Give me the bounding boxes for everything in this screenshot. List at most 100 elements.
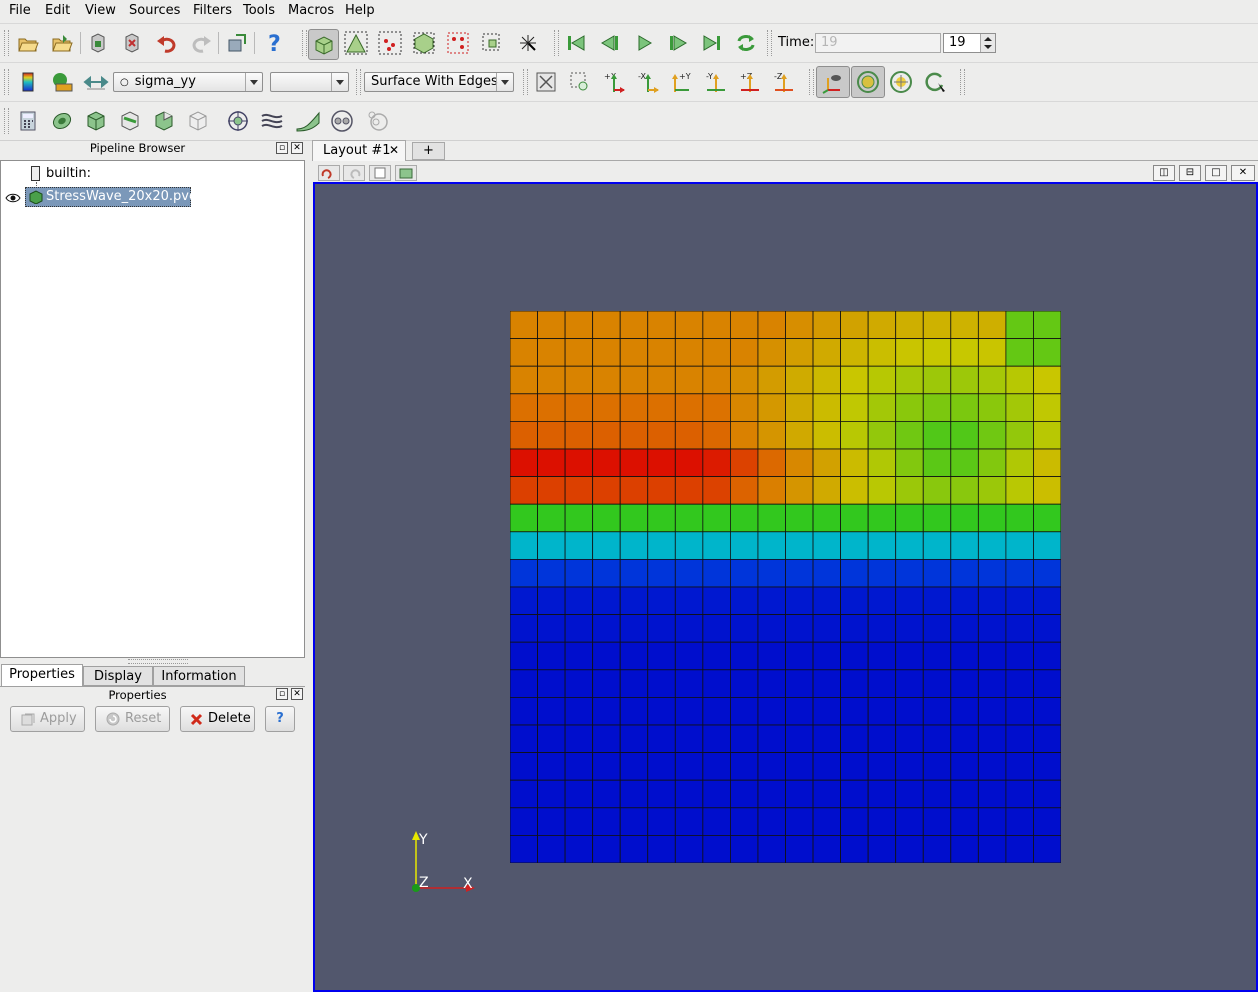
reset-camera-icon[interactable] xyxy=(532,68,560,96)
select-cells-on-icon[interactable] xyxy=(342,29,370,57)
view-screenshot-icon[interactable] xyxy=(395,165,417,181)
select-points-through-icon[interactable] xyxy=(444,29,472,57)
hover-points-icon[interactable] xyxy=(514,29,542,57)
menu-help[interactable]: Help xyxy=(345,3,375,18)
calculator-icon[interactable] xyxy=(14,107,42,135)
last-frame-icon[interactable] xyxy=(698,29,726,57)
connect-server-icon[interactable] xyxy=(223,29,251,57)
color-legend-icon[interactable] xyxy=(14,68,42,96)
mesh-cell xyxy=(757,835,786,863)
split-horizontal-icon[interactable]: ◫ xyxy=(1153,165,1175,181)
recent-files-icon[interactable] xyxy=(48,29,76,57)
warp-by-vector-icon[interactable] xyxy=(294,107,322,135)
tab-properties[interactable]: Properties xyxy=(1,664,83,686)
slice-icon[interactable] xyxy=(116,107,144,135)
select-block-icon[interactable] xyxy=(478,29,506,57)
close-panel-icon[interactable]: ✕ xyxy=(291,688,303,700)
mesh-cell xyxy=(619,614,649,643)
mesh-cell xyxy=(895,696,924,726)
previous-frame-icon[interactable] xyxy=(596,29,624,57)
view-minus-y-icon[interactable]: -Y xyxy=(702,68,730,96)
select-points-on-icon[interactable] xyxy=(376,29,404,57)
splitter-handle[interactable] xyxy=(128,659,188,664)
view-capture-icon[interactable] xyxy=(369,165,391,181)
play-icon[interactable] xyxy=(630,29,658,57)
first-frame-icon[interactable] xyxy=(562,29,590,57)
tab-layout-1[interactable]: Layout #1 ✕ xyxy=(312,140,406,161)
delete-button[interactable]: Delete xyxy=(180,706,255,732)
mesh-cell xyxy=(647,448,676,478)
mesh-cell xyxy=(977,696,1007,726)
maximize-view-icon[interactable]: □ xyxy=(1205,165,1227,181)
view-plus-y-icon[interactable]: +Y xyxy=(668,68,696,96)
stream-tracer-icon[interactable] xyxy=(258,107,286,135)
menu-macros[interactable]: Macros xyxy=(288,3,334,18)
float-panel-icon[interactable]: ▫ xyxy=(276,688,288,700)
open-file-icon[interactable] xyxy=(14,29,42,57)
pick-center-icon[interactable] xyxy=(921,68,949,96)
rescale-range-icon[interactable] xyxy=(82,68,110,96)
mesh-cell xyxy=(757,393,786,422)
menu-tools[interactable]: Tools xyxy=(243,3,275,18)
float-panel-icon[interactable]: ▫ xyxy=(276,142,288,154)
save-state-icon[interactable] xyxy=(118,29,146,57)
show-center-icon[interactable] xyxy=(851,66,885,98)
reset-label: Reset xyxy=(125,711,162,726)
load-state-icon[interactable] xyxy=(84,29,112,57)
menu-file[interactable]: File xyxy=(9,3,31,18)
select-cells-through-icon[interactable] xyxy=(410,29,438,57)
edit-color-map-icon[interactable] xyxy=(48,68,76,96)
mesh-surface[interactable] xyxy=(510,311,1061,863)
tab-display[interactable]: Display xyxy=(83,666,153,686)
split-vertical-icon[interactable]: ⊟ xyxy=(1179,165,1201,181)
reset-center-icon[interactable] xyxy=(887,68,915,96)
close-panel-icon[interactable]: ✕ xyxy=(291,142,303,154)
mesh-cell xyxy=(922,365,952,395)
add-layout-tab[interactable]: + xyxy=(412,142,445,160)
spin-arrows-icon[interactable] xyxy=(980,34,995,52)
tree-item-stresswave[interactable]: StressWave_20x20.pvd xyxy=(25,187,197,207)
next-frame-icon[interactable] xyxy=(664,29,692,57)
redo-icon[interactable] xyxy=(187,29,215,57)
mesh-cell xyxy=(537,448,566,478)
view-plus-x-icon[interactable]: +X xyxy=(600,68,628,96)
interact-icon[interactable] xyxy=(308,29,339,60)
undo-icon[interactable] xyxy=(153,29,181,57)
reset-button[interactable]: Reset xyxy=(95,706,170,732)
zoom-to-box-icon[interactable] xyxy=(566,68,594,96)
view-plus-z-icon[interactable]: +Z xyxy=(736,68,764,96)
apply-button[interactable]: Apply xyxy=(10,706,85,732)
loop-icon[interactable] xyxy=(732,29,760,57)
toolbar-grip[interactable] xyxy=(4,30,9,56)
glyph-icon[interactable] xyxy=(224,107,252,135)
show-orientation-axes-icon[interactable] xyxy=(816,66,850,98)
mesh-cell xyxy=(619,696,649,726)
close-tab-icon[interactable]: ✕ xyxy=(389,141,399,160)
view-camera-undo-icon[interactable] xyxy=(318,165,340,181)
extract-level-icon[interactable] xyxy=(364,107,392,135)
time-value-field[interactable]: 19 xyxy=(815,33,941,53)
representation-combo[interactable]: Surface With Edges xyxy=(364,72,514,92)
help-icon[interactable]: ? xyxy=(260,29,288,57)
view-minus-z-icon[interactable]: -Z xyxy=(770,68,798,96)
eye-visibility-icon[interactable] xyxy=(5,192,21,204)
color-array-combo[interactable]: ○ sigma_yy xyxy=(113,72,263,92)
group-datasets-icon[interactable] xyxy=(328,107,356,135)
extract-subset-icon[interactable] xyxy=(184,107,212,135)
view-minus-x-icon[interactable]: -X xyxy=(634,68,662,96)
close-view-icon[interactable]: ✕ xyxy=(1231,165,1255,181)
menu-edit[interactable]: Edit xyxy=(45,3,70,18)
menu-view[interactable]: View xyxy=(85,3,116,18)
tree-item-builtin[interactable]: builtin: xyxy=(46,166,91,181)
contour-icon[interactable] xyxy=(48,107,76,135)
threshold-icon[interactable] xyxy=(150,107,178,135)
menu-filters[interactable]: Filters xyxy=(193,3,232,18)
clip-icon[interactable] xyxy=(82,107,110,135)
mesh-cell xyxy=(785,724,814,754)
menu-sources[interactable]: Sources xyxy=(129,3,180,18)
properties-help-button[interactable]: ? xyxy=(265,706,295,732)
color-component-combo[interactable] xyxy=(270,72,349,92)
tab-information[interactable]: Information xyxy=(153,666,245,686)
view-camera-redo-icon[interactable] xyxy=(343,165,365,181)
time-step-spinbox[interactable]: 19 xyxy=(943,33,996,53)
